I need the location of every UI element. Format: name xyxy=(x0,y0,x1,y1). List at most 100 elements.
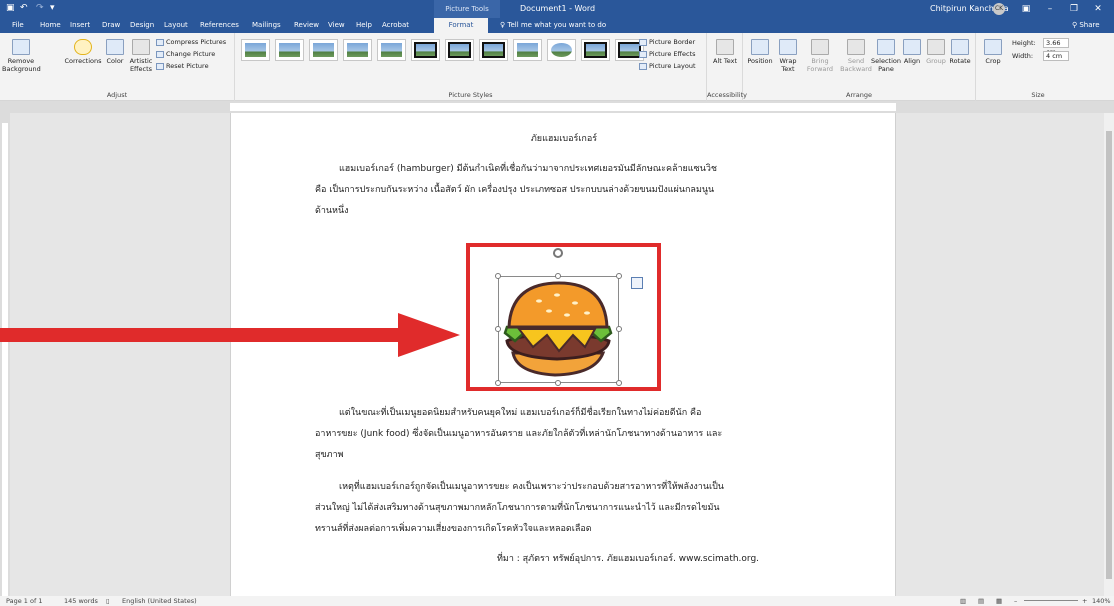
tab-mailings[interactable]: Mailings xyxy=(250,18,283,33)
picture-border-button[interactable]: Picture Border xyxy=(639,38,695,46)
proofing-icon[interactable]: ▯ xyxy=(106,597,110,605)
rotate-handle-icon[interactable] xyxy=(553,248,563,258)
resize-handle[interactable] xyxy=(495,273,501,279)
picture-style-4[interactable] xyxy=(343,39,372,61)
picture-style-2[interactable] xyxy=(275,39,304,61)
tell-me-search[interactable]: ♀ Tell me what you want to do xyxy=(500,18,606,33)
ribbon-display-options-icon[interactable]: ▣ xyxy=(1016,0,1036,18)
tab-layout[interactable]: Layout xyxy=(162,18,190,33)
corrections-button[interactable]: Corrections xyxy=(64,39,102,65)
tab-home[interactable]: Home xyxy=(38,18,63,33)
paragraph-3-line-1: เหตุที่แฮมเบอร์เกอร์ถูกจัดเป็นเมนูอาหารข… xyxy=(339,482,724,492)
read-mode-icon[interactable]: ▥ xyxy=(960,597,966,605)
document-title: Document1 - Word xyxy=(520,4,596,13)
bring-forward-button[interactable]: Bring Forward xyxy=(803,39,837,73)
save-icon[interactable]: ▣ xyxy=(6,3,15,13)
selected-picture[interactable] xyxy=(498,276,619,383)
resize-handle[interactable] xyxy=(616,326,622,332)
wrap-text-icon xyxy=(779,39,797,55)
horizontal-ruler[interactable] xyxy=(0,101,1114,113)
crop-button[interactable]: Crop xyxy=(982,39,1004,65)
tab-references[interactable]: References xyxy=(198,18,241,33)
zoom-in-icon[interactable]: + xyxy=(1082,597,1087,605)
rotate-button[interactable]: Rotate xyxy=(948,39,972,65)
tab-design[interactable]: Design xyxy=(128,18,156,33)
alt-text-button[interactable]: Alt Text xyxy=(711,39,739,65)
wrap-text-button[interactable]: Wrap Text xyxy=(775,39,801,73)
reset-picture-label: Reset Picture xyxy=(166,62,209,70)
tab-help[interactable]: Help xyxy=(354,18,374,33)
picture-style-9[interactable] xyxy=(513,39,542,61)
picture-effects-button[interactable]: Picture Effects xyxy=(639,50,696,58)
red-arrow-icon xyxy=(0,313,460,357)
zoom-level[interactable]: 140% xyxy=(1092,597,1111,605)
compress-pictures-button[interactable]: Compress Pictures xyxy=(156,38,226,46)
picture-layout-button[interactable]: Picture Layout xyxy=(639,62,696,70)
zoom-out-icon[interactable]: – xyxy=(1014,597,1017,605)
color-label: Color xyxy=(106,57,124,65)
zoom-slider[interactable] xyxy=(1024,600,1078,601)
position-button[interactable]: Position xyxy=(747,39,773,65)
artistic-effects-button[interactable]: Artistic Effects xyxy=(128,39,154,73)
picture-style-10[interactable] xyxy=(547,39,576,61)
customize-toolbar-icon[interactable]: ▾ xyxy=(50,3,55,13)
tab-format[interactable]: Format xyxy=(434,18,488,33)
remove-background-button[interactable]: Remove Background xyxy=(2,39,41,73)
alt-text-icon xyxy=(716,39,734,55)
picture-style-3[interactable] xyxy=(309,39,338,61)
size-group: Crop Height: 3.66 cm Width: 4 cm Size xyxy=(976,33,1100,101)
minimize-icon[interactable]: – xyxy=(1040,0,1060,18)
position-icon xyxy=(751,39,769,55)
color-button[interactable]: Color xyxy=(104,39,126,65)
tab-review[interactable]: Review xyxy=(292,18,321,33)
align-label: Align xyxy=(903,57,921,65)
picture-border-label: Picture Border xyxy=(649,38,696,46)
restore-icon[interactable]: ❐ xyxy=(1064,0,1084,18)
compress-icon xyxy=(156,38,164,46)
arrange-group: Position Wrap Text Bring Forward Send Ba… xyxy=(743,33,976,101)
resize-handle[interactable] xyxy=(495,380,501,386)
change-picture-label: Change Picture xyxy=(166,50,216,58)
resize-handle[interactable] xyxy=(616,380,622,386)
close-icon[interactable]: ✕ xyxy=(1088,0,1108,18)
avatar[interactable]: CK xyxy=(993,3,1005,15)
tab-insert[interactable]: Insert xyxy=(68,18,92,33)
layout-options-icon[interactable] xyxy=(631,277,643,289)
resize-handle[interactable] xyxy=(555,273,561,279)
picture-style-8[interactable] xyxy=(479,39,508,61)
change-picture-icon xyxy=(156,50,164,58)
picture-style-11[interactable] xyxy=(581,39,610,61)
align-button[interactable]: Align xyxy=(901,39,923,65)
scrollbar-thumb[interactable] xyxy=(1106,131,1112,579)
undo-icon[interactable]: ↶ xyxy=(20,3,28,13)
selection-pane-button[interactable]: Selection Pane xyxy=(871,39,901,73)
picture-style-1[interactable] xyxy=(241,39,270,61)
send-backward-button[interactable]: Send Backward xyxy=(839,39,873,73)
language-indicator[interactable]: English (United States) xyxy=(122,597,197,605)
tab-draw[interactable]: Draw xyxy=(100,18,122,33)
print-layout-icon[interactable]: ▤ xyxy=(978,597,984,605)
redo-icon[interactable]: ↷ xyxy=(36,3,44,13)
word-count[interactable]: 145 words xyxy=(64,597,98,605)
width-field[interactable]: 4 cm xyxy=(1043,51,1069,61)
resize-handle[interactable] xyxy=(616,273,622,279)
tab-file[interactable]: File xyxy=(10,18,26,33)
resize-handle[interactable] xyxy=(495,326,501,332)
web-layout-icon[interactable]: ▦ xyxy=(996,597,1002,605)
change-picture-button[interactable]: Change Picture xyxy=(156,50,215,58)
picture-style-7[interactable] xyxy=(445,39,474,61)
page-count[interactable]: Page 1 of 1 xyxy=(6,597,42,605)
picture-style-5[interactable] xyxy=(377,39,406,61)
reset-picture-button[interactable]: Reset Picture xyxy=(156,62,209,70)
picture-style-6[interactable] xyxy=(411,39,440,61)
tab-view[interactable]: View xyxy=(326,18,347,33)
tab-acrobat[interactable]: Acrobat xyxy=(380,18,411,33)
artistic-effects-label: Artistic Effects xyxy=(129,57,153,73)
selection-pane-label: Selection Pane xyxy=(871,57,901,73)
resize-handle[interactable] xyxy=(555,380,561,386)
source-citation: ที่มา : สุภัตรา ทรัพย์อุปการ. ภัยแฮมเบอร… xyxy=(497,554,760,564)
share-button[interactable]: ⚲ Share xyxy=(1072,18,1100,33)
group-button[interactable]: Group xyxy=(925,39,947,65)
vertical-scrollbar[interactable] xyxy=(1104,113,1114,596)
height-field[interactable]: 3.66 cm xyxy=(1043,38,1069,56)
